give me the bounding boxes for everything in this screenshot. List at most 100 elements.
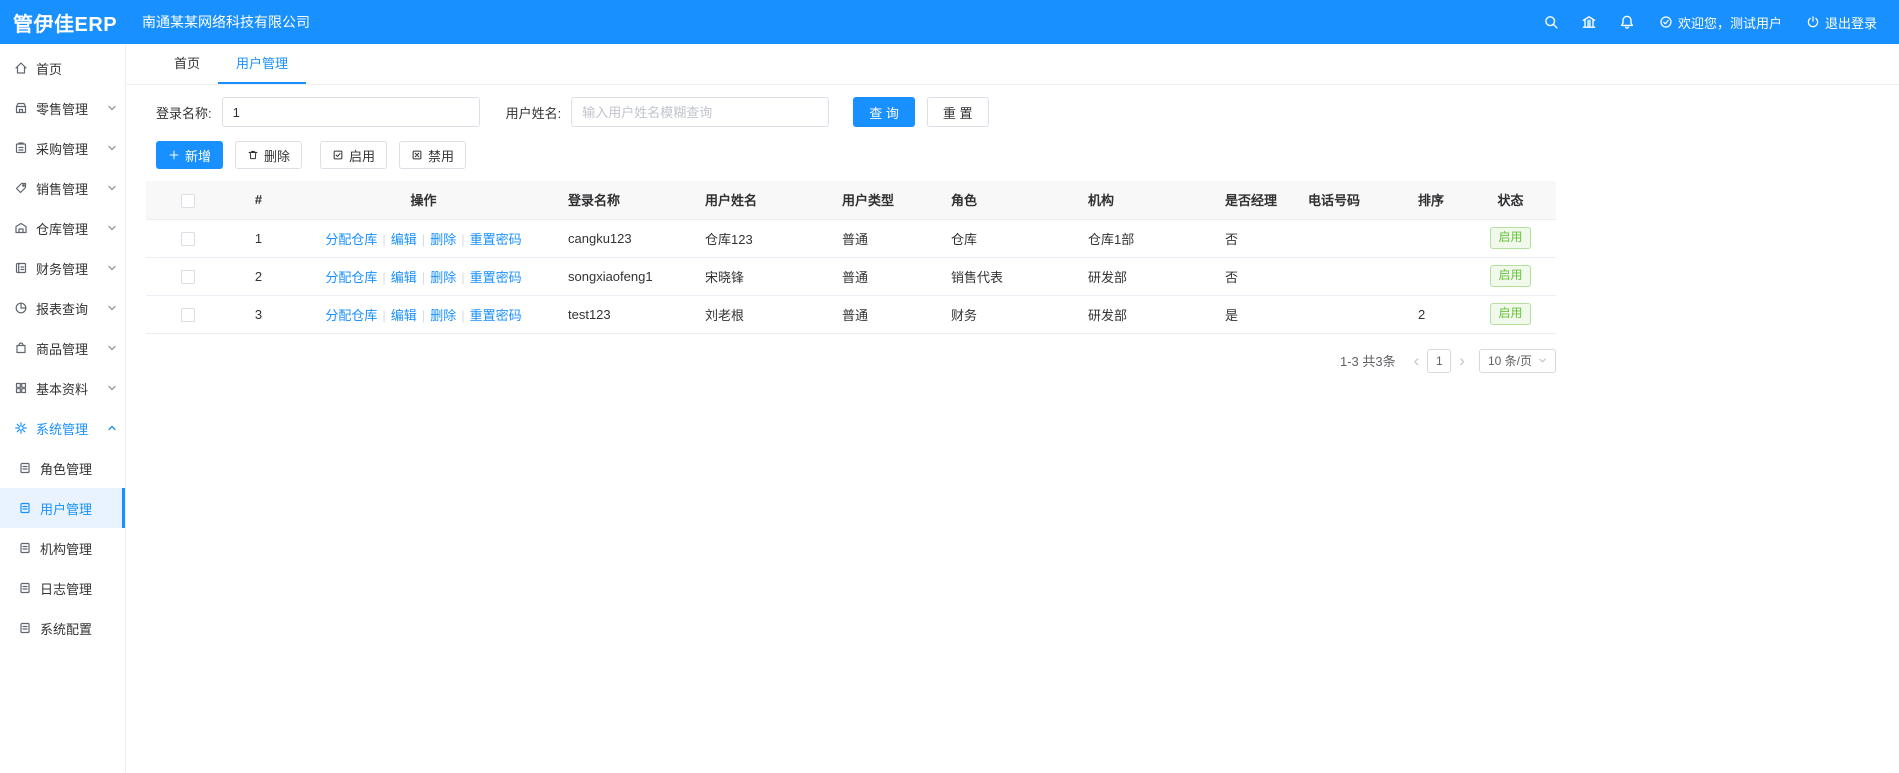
edit-link[interactable]: 编辑 [391, 232, 417, 247]
reset-button[interactable]: 重 置 [926, 97, 989, 127]
sidebar-subitem-role-management[interactable]: 角色管理 [0, 448, 125, 488]
row-actions-cell: 分配仓库 | 编辑 | 删除 | 重置密码 [287, 257, 560, 296]
trash-icon [247, 149, 259, 161]
action-separator: | [421, 307, 426, 323]
delete-link[interactable]: 删除 [430, 232, 456, 247]
search-form: 登录名称: 用户姓名: 查 询 重 置 [156, 97, 1899, 127]
header-actions: 欢迎您，测试用户 退出登录 [1521, 13, 1899, 32]
prev-page-button[interactable]: ‹ [1408, 350, 1426, 372]
page-size-value: 10 条/页 [1487, 354, 1532, 368]
select-all-checkbox[interactable] [181, 193, 195, 208]
sidebar-item-report[interactable]: 报表查询 [0, 288, 125, 328]
reset-password-link[interactable]: 重置密码 [470, 308, 522, 323]
sidebar-item-label: 报表查询 [36, 301, 89, 317]
row-name-cell: 宋晓锋 [697, 257, 834, 296]
assign-warehouse-link[interactable]: 分配仓库 [325, 232, 377, 247]
add-button[interactable]: 新增 [156, 141, 224, 169]
assign-warehouse-link[interactable]: 分配仓库 [325, 270, 377, 285]
row-checkbox[interactable] [181, 269, 195, 284]
sidebar-item-purchase[interactable]: 采购管理 [0, 128, 125, 168]
sidebar-subitem-label: 角色管理 [40, 461, 93, 477]
logout-button[interactable]: 退出登录 [1806, 13, 1877, 32]
row-manager-cell: 是 [1217, 295, 1300, 334]
edit-link[interactable]: 编辑 [391, 308, 417, 323]
reset-password-link[interactable]: 重置密码 [470, 232, 522, 247]
page-size-select[interactable]: 10 条/页 [1478, 348, 1556, 373]
document-icon [18, 581, 32, 595]
row-role-cell: 仓库 [943, 219, 1080, 258]
login-name-label: 登录名称: [156, 105, 212, 121]
row-checkbox[interactable] [181, 307, 195, 322]
bank-icon[interactable] [1581, 14, 1597, 30]
purchase-icon [14, 141, 28, 155]
sidebar-item-label: 仓库管理 [36, 221, 89, 237]
basic-icon [14, 381, 28, 395]
disable-button[interactable]: 禁用 [399, 141, 467, 169]
delete-link[interactable]: 删除 [430, 308, 456, 323]
col-header-type: 用户类型 [834, 181, 943, 220]
sidebar-item-label: 采购管理 [36, 141, 89, 157]
sidebar-item-label: 系统管理 [36, 421, 89, 437]
chevron-down-icon [107, 143, 117, 153]
reset-password-link[interactable]: 重置密码 [470, 270, 522, 285]
user-name-label: 用户姓名: [505, 105, 562, 121]
sidebar-subitem-label: 系统配置 [40, 621, 93, 637]
chevron-down-icon [107, 263, 117, 273]
action-toolbar: 新增 删除 启用 禁用 [156, 141, 1899, 169]
sidebar-subitem-org-management[interactable]: 机构管理 [0, 528, 125, 568]
delete-link[interactable]: 删除 [430, 270, 456, 285]
tab-user-management[interactable]: 用户管理 [218, 44, 307, 84]
main-area: 首页用户管理 登录名称: 用户姓名: 查 询 重 置 新增 删除 [126, 44, 1899, 773]
row-login-cell: test123 [560, 295, 697, 334]
sidebar-item-sales[interactable]: 销售管理 [0, 168, 125, 208]
enable-button[interactable]: 启用 [320, 141, 388, 169]
bell-icon[interactable] [1619, 14, 1635, 30]
sidebar-item-retail[interactable]: 零售管理 [0, 88, 125, 128]
row-status-cell: 启用 [1465, 257, 1556, 296]
sidebar-item-product[interactable]: 商品管理 [0, 328, 125, 368]
sidebar-item-system[interactable]: 系统管理 [0, 408, 125, 448]
action-separator: | [461, 231, 465, 247]
search-icon[interactable] [1543, 14, 1559, 30]
tab-home[interactable]: 首页 [156, 44, 218, 84]
check-square-icon [332, 149, 344, 161]
col-header-phone: 电话号码 [1300, 181, 1410, 220]
sidebar-subitem-system-config[interactable]: 系统配置 [0, 608, 125, 648]
assign-warehouse-link[interactable]: 分配仓库 [325, 308, 377, 323]
sidebar-item-label: 财务管理 [36, 261, 89, 277]
query-button[interactable]: 查 询 [853, 97, 915, 127]
edit-link[interactable]: 编辑 [391, 270, 417, 285]
login-name-input[interactable] [221, 97, 480, 127]
current-page-button[interactable]: 1 [1427, 348, 1452, 373]
sidebar-subitem-label: 日志管理 [40, 581, 93, 597]
row-sort-cell [1410, 257, 1465, 296]
welcome-user[interactable]: 欢迎您，测试用户 [1659, 13, 1782, 32]
row-checkbox[interactable] [181, 231, 195, 246]
sidebar-item-finance[interactable]: 财务管理 [0, 248, 125, 288]
user-name-input[interactable] [571, 97, 830, 127]
sidebar-subitem-user-management[interactable]: 用户管理 [0, 488, 125, 528]
action-separator: | [421, 231, 426, 247]
company-name: 南通某某网络科技有限公司 [142, 14, 310, 30]
row-actions-cell: 分配仓库 | 编辑 | 删除 | 重置密码 [287, 219, 560, 258]
row-type-cell: 普通 [834, 257, 943, 296]
sidebar-item-label: 基本资料 [36, 381, 89, 397]
row-role-cell: 财务 [943, 295, 1080, 334]
app-logo: 管伊佳ERP [13, 13, 118, 36]
enable-button-label: 启用 [349, 148, 376, 164]
col-header-org: 机构 [1080, 181, 1217, 220]
sidebar-item-warehouse[interactable]: 仓库管理 [0, 208, 125, 248]
col-header-status: 状态 [1465, 181, 1556, 220]
retail-icon [14, 101, 28, 115]
sidebar-subitem-label: 用户管理 [40, 501, 93, 517]
row-phone-cell [1300, 295, 1410, 334]
welcome-text: 欢迎您，测试用户 [1677, 15, 1782, 31]
sidebar-item-home[interactable]: 首页 [0, 48, 125, 88]
next-page-button[interactable]: › [1453, 350, 1471, 372]
delete-button[interactable]: 删除 [235, 141, 303, 169]
row-manager-cell: 否 [1217, 257, 1300, 296]
row-actions-cell: 分配仓库 | 编辑 | 删除 | 重置密码 [287, 295, 560, 334]
pagination: 1-3 共3条 ‹ 1 › 10 条/页 [146, 348, 1556, 373]
sidebar-subitem-log-management[interactable]: 日志管理 [0, 568, 125, 608]
sidebar-item-basic-data[interactable]: 基本资料 [0, 368, 125, 408]
